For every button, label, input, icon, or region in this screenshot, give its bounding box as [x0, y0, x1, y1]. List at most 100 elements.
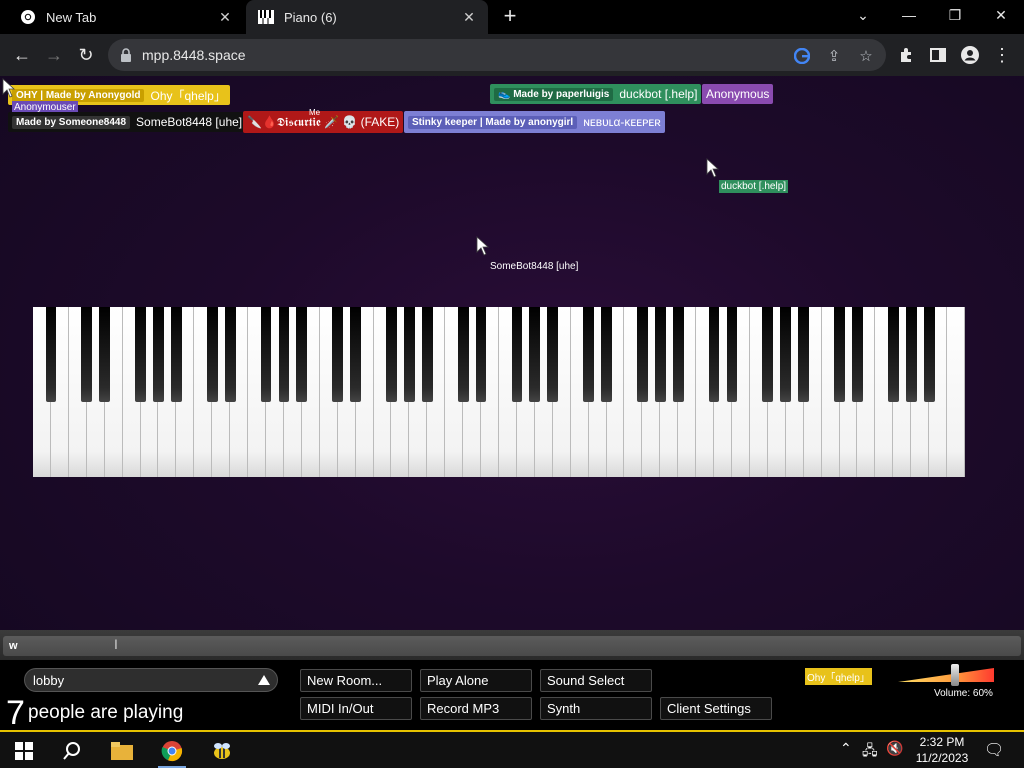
volume-label: Volume: 60% [934, 688, 993, 699]
screen: New Tab ✕ Piano (6) ✕ + ⌄ — ❐ ✕ ← → ↻ mp… [0, 0, 1024, 768]
black-key[interactable] [780, 307, 792, 402]
chevron-up-icon[interactable]: ⌃ [840, 740, 852, 757]
black-key[interactable] [153, 307, 164, 402]
black-key[interactable] [206, 307, 218, 402]
piano-keyboard[interactable] [33, 307, 965, 477]
black-key[interactable] [171, 307, 182, 402]
volume-ramp-icon [898, 668, 994, 682]
black-key[interactable] [260, 307, 272, 402]
black-key[interactable] [511, 307, 523, 402]
notifications-icon[interactable]: 🗨 [984, 740, 1004, 760]
black-key[interactable] [726, 307, 738, 402]
new-tab-button[interactable]: + [498, 5, 522, 29]
black-key[interactable] [350, 307, 361, 402]
black-key[interactable] [905, 307, 917, 402]
reload-icon[interactable]: ↻ [73, 42, 99, 68]
black-key[interactable] [296, 307, 308, 402]
synth-button[interactable]: Synth [540, 697, 652, 720]
tab-search-icon[interactable]: ⌄ [840, 0, 886, 30]
back-icon[interactable]: ← [9, 42, 35, 68]
bee-app-icon[interactable] [202, 736, 242, 766]
google-icon[interactable] [792, 46, 812, 66]
room-name: lobby [33, 673, 65, 688]
close-tab-icon[interactable]: ✕ [458, 9, 480, 26]
black-key[interactable] [81, 307, 93, 402]
address-bar[interactable]: mpp.8448.space ⇪ ☆ [108, 39, 886, 71]
user-badge-duckbot[interactable]: 👟 Made by paperluigis duckbot [.help] [490, 84, 702, 104]
black-key[interactable] [421, 307, 433, 402]
room-select[interactable]: lobby [24, 668, 278, 692]
profile-avatar-icon[interactable] [957, 42, 983, 68]
system-clock[interactable]: 2:32 PM 11/2/2023 [910, 734, 974, 766]
midi-button[interactable]: MIDI In/Out [300, 697, 412, 720]
black-key[interactable] [475, 307, 487, 402]
tab-new-tab[interactable]: New Tab ✕ [8, 0, 244, 34]
badge-name: SomeBot8448 [uhe] [136, 115, 243, 129]
badge-name: Ohy「qhelp」 [150, 88, 226, 103]
black-key[interactable] [332, 307, 344, 402]
tab-piano[interactable]: Piano (6) ✕ [246, 0, 488, 34]
record-mp3-button[interactable]: Record MP3 [420, 697, 532, 720]
black-key[interactable] [798, 307, 810, 402]
player-count: 7 [6, 694, 25, 730]
black-key[interactable] [135, 307, 146, 402]
extensions-icon[interactable] [893, 42, 919, 68]
share-icon[interactable]: ⇪ [824, 46, 844, 66]
play-alone-button[interactable]: Play Alone [420, 669, 532, 692]
black-key[interactable] [637, 307, 648, 402]
cursor-pointer-icon [476, 236, 490, 256]
user-badge-anonymous[interactable]: Anonymous [702, 84, 774, 104]
network-icon[interactable]: 🖧 [862, 740, 878, 764]
search-icon[interactable] [52, 736, 92, 766]
black-key[interactable] [99, 307, 111, 402]
file-explorer-icon[interactable] [102, 736, 142, 766]
black-key[interactable] [834, 307, 845, 402]
chrome-icon [20, 9, 36, 25]
black-key[interactable] [529, 307, 541, 402]
black-key[interactable] [672, 307, 684, 402]
close-tab-icon[interactable]: ✕ [214, 9, 236, 26]
badge-name: 🔪🩸𝕯𝖎𝖘𝖈𝖚𝖗𝖙𝖎𝖊 🗡️ 💀 (FAKE) [247, 114, 400, 129]
sound-select-button[interactable]: Sound Select [540, 669, 652, 692]
black-key[interactable] [708, 307, 720, 402]
bookmark-star-icon[interactable]: ☆ [856, 46, 876, 66]
url-text: mpp.8448.space [142, 47, 246, 63]
black-key[interactable] [404, 307, 415, 402]
black-key[interactable] [386, 307, 397, 402]
close-window-icon[interactable]: ✕ [978, 0, 1024, 30]
badge-tag: ОНY | Made by Anonygold [12, 88, 145, 102]
white-key[interactable] [947, 307, 965, 477]
volume-slider[interactable]: Volume: 60% [896, 664, 996, 704]
side-panel-icon[interactable] [925, 42, 951, 68]
black-key[interactable] [45, 307, 57, 402]
new-room-button[interactable]: New Room... [300, 669, 412, 692]
chrome-taskbar-icon[interactable] [152, 736, 192, 768]
forward-icon[interactable]: → [41, 42, 67, 68]
user-badge-somebot[interactable]: Made by Someone8448 SomeBot8448 [uhe] [8, 112, 247, 132]
black-key[interactable] [224, 307, 236, 402]
chat-input[interactable]: w [3, 636, 1021, 656]
volume-muted-icon[interactable]: 🔇 [886, 740, 903, 757]
windows-start-icon[interactable] [4, 736, 44, 766]
piano-page: ОНY | Made by Anonygold Ohy「qhelp」 Anony… [0, 76, 1024, 730]
black-key[interactable] [278, 307, 290, 402]
tab-title: New Tab [46, 9, 97, 25]
user-badge-me[interactable]: Me 🔪🩸𝕯𝖎𝖘𝖈𝖚𝖗𝖙𝖎𝖊 🗡️ 💀 (FAKE) [243, 108, 404, 133]
black-key[interactable] [762, 307, 774, 402]
black-key[interactable] [654, 307, 666, 402]
cursor-pointer-icon [2, 78, 16, 98]
minimize-icon[interactable]: — [886, 0, 932, 30]
black-key[interactable] [923, 307, 935, 402]
user-badge-nebula[interactable]: Stinky keeper | Made by anonygirl ɴᴇʙᴜʟα… [404, 111, 665, 133]
black-key[interactable] [887, 307, 899, 402]
black-key[interactable] [547, 307, 559, 402]
badge-tag: Stinky keeper | Made by anonygirl [408, 115, 578, 129]
black-key[interactable] [601, 307, 612, 402]
black-key[interactable] [457, 307, 469, 402]
volume-knob[interactable] [951, 664, 960, 686]
client-settings-button[interactable]: Client Settings [660, 697, 772, 720]
menu-kebab-icon[interactable]: ⋮ [989, 42, 1015, 68]
black-key[interactable] [583, 307, 594, 402]
restore-icon[interactable]: ❐ [932, 0, 978, 30]
black-key[interactable] [852, 307, 863, 402]
